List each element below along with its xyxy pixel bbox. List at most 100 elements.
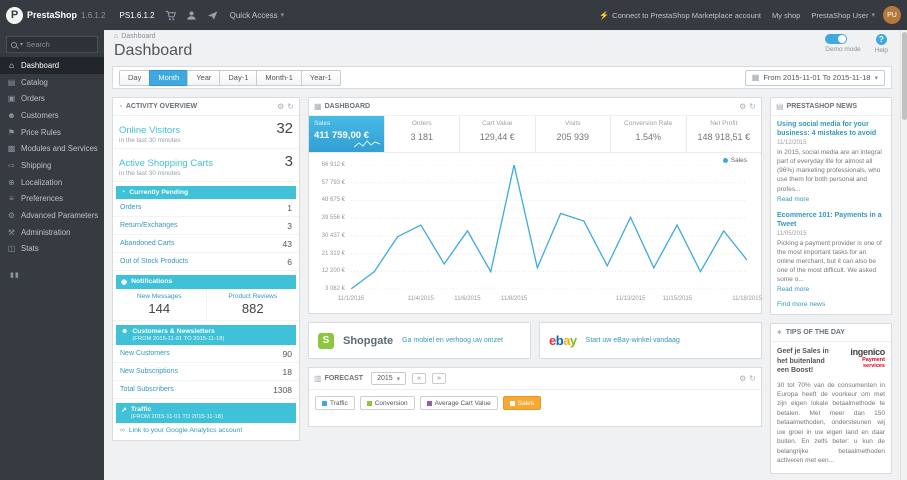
read-more-link[interactable]: Read more: [777, 286, 885, 293]
marketplace-link[interactable]: ⚡ Connect to PrestaShop Marketplace acco…: [599, 11, 761, 20]
customers-newsletters-range: (FROM 2015-11-01 TO 2015-11-18): [132, 336, 225, 342]
sidebar-item-stats[interactable]: ◫ Stats: [0, 241, 104, 258]
kpi-visits[interactable]: Visits 205 939: [536, 116, 611, 152]
page-scrollbar[interactable]: [900, 30, 907, 480]
read-more-link[interactable]: Read more: [777, 196, 885, 203]
refresh-icon[interactable]: ↻: [749, 102, 756, 111]
kpi-cart-value[interactable]: Cart Value 129,44 €: [460, 116, 536, 152]
ingenico-subtitle: Payment services: [862, 357, 885, 370]
abandoned-carts-link[interactable]: Abandoned Carts: [120, 240, 174, 247]
new-messages-link[interactable]: New Messages: [115, 293, 204, 300]
swatch-icon: [322, 400, 327, 406]
sidebar-item-modules[interactable]: ▩ Modules and Services: [0, 140, 104, 157]
sidebar-item-localization[interactable]: ⊕ Localization: [0, 174, 104, 191]
prestashop-logo[interactable]: P PrestaShop 1.6.1.2: [6, 6, 105, 24]
demo-mode-toggle[interactable]: Demo mode: [825, 34, 861, 53]
filter-year-1-button[interactable]: Year-1: [300, 69, 341, 86]
online-visitors-sub: in the last 30 minutes: [113, 137, 299, 149]
filter-day-button[interactable]: Day: [119, 69, 151, 86]
toggle-switch[interactable]: [825, 34, 848, 44]
sidebar-item-catalog[interactable]: ▤ Catalog: [0, 74, 104, 91]
filter-day-1-button[interactable]: Day-1: [219, 69, 258, 86]
my-shop-link[interactable]: My shop: [772, 11, 800, 20]
date-range-picker[interactable]: ▦ From 2015-11-01 To 2015-11-18 ▾: [744, 69, 885, 86]
sidebar-collapse-button[interactable]: ▮▮: [10, 271, 104, 279]
chevron-down-icon: ▾: [871, 12, 875, 19]
marketplace-label: Connect to PrestaShop Marketplace accoun…: [612, 10, 761, 20]
topbar-right: ⚡ Connect to PrestaShop Marketplace acco…: [588, 6, 901, 24]
prev-year-button[interactable]: «: [412, 373, 427, 384]
ebay-logo: ebay: [549, 333, 577, 348]
returns-link[interactable]: Return/Exchanges: [120, 222, 178, 229]
header-controls: Demo mode ? Help: [825, 34, 888, 54]
online-visitors-label[interactable]: Online Visitors: [119, 125, 180, 136]
chevron-down-icon[interactable]: ▾: [20, 41, 23, 48]
page-title: Dashboard: [114, 42, 193, 59]
kpi-orders[interactable]: Orders 3 181: [385, 116, 460, 152]
customers-newsletters-header: ☻ Customers & Newsletters (FROM 2015-11-…: [116, 325, 296, 345]
forecast-chip-sales[interactable]: Sales: [502, 396, 541, 410]
kpi-net-profit[interactable]: Net Profit 148 918,51 €: [687, 116, 762, 152]
google-analytics-link[interactable]: ∞ Link to your Google Analytics account: [113, 423, 299, 440]
avatar[interactable]: PU: [883, 6, 901, 24]
sidebar-item-label: Customers: [21, 110, 59, 120]
filter-month-button[interactable]: Month: [149, 69, 189, 86]
refresh-icon[interactable]: ↻: [749, 374, 756, 383]
sidebar-search[interactable]: ▾: [6, 36, 98, 53]
bell-icon: ◉: [121, 279, 128, 286]
search-input[interactable]: [26, 40, 93, 49]
sidebar-item-administration[interactable]: ⚒ Administration: [0, 224, 104, 241]
news-article-title[interactable]: Using social media for your business: 4 …: [777, 120, 885, 138]
sidebar-item-preferences[interactable]: ≡ Preferences: [0, 191, 104, 208]
tips-heading: Geef je Sales in het buitenland een Boos…: [777, 348, 829, 375]
y-tick-label: 12 200 €: [321, 268, 345, 275]
kpi-conversion-rate[interactable]: Conversion Rate 1.54%: [611, 116, 687, 152]
shop-name-link[interactable]: PS1.6.1.2: [119, 11, 154, 20]
sidebar-item-dashboard[interactable]: ⌂ Dashboard: [0, 57, 104, 74]
next-year-button[interactable]: »: [432, 373, 446, 384]
shopgate-link[interactable]: Ga mobiel en verhoog uw omzet: [402, 337, 503, 344]
kpi-sales[interactable]: Sales 411 759,00 €: [309, 116, 385, 152]
forecast-chip-traffic[interactable]: Traffic: [315, 396, 355, 410]
gear-icon[interactable]: ⚙: [739, 374, 746, 383]
forecast-chip-conversion[interactable]: Conversion: [359, 396, 415, 410]
ingenico-logo: ingenico Payment services: [839, 347, 885, 375]
total-subscribers-link[interactable]: Total Subscribers: [120, 386, 174, 393]
news-article-title[interactable]: Ecommerce 101: Payments in a Tweet: [777, 211, 885, 229]
sidebar-item-advanced-parameters[interactable]: ⚙ Advanced Parameters: [0, 207, 104, 224]
forecast-chip-average-cart-value[interactable]: Average Cart Value: [419, 396, 498, 410]
new-subscriptions-link[interactable]: New Subscriptions: [120, 368, 178, 375]
sidebar-item-price-rules[interactable]: ⚑ Price Rules: [0, 124, 104, 141]
filter-year-button[interactable]: Year: [187, 69, 221, 86]
gear-icon[interactable]: ⚙: [739, 102, 746, 111]
sales-chart: Sales 66 912 € 57 793 € 48 675 € 39 556 € 30…: [309, 153, 762, 313]
messages-send-icon[interactable]: [207, 10, 218, 21]
customers-notification-icon[interactable]: [186, 10, 197, 21]
home-icon: ⌂: [114, 33, 119, 40]
shopgate-ad: S Shopgate Ga mobiel en verhoog uw omzet: [308, 322, 531, 359]
filter-month-1-button[interactable]: Month-1: [256, 69, 302, 86]
find-more-news-link[interactable]: Find more news: [777, 301, 885, 308]
topbar: P PrestaShop 1.6.1.2 PS1.6.1.2 Quick Acc…: [0, 0, 907, 30]
scrollbar-thumb[interactable]: [902, 32, 907, 120]
ebay-link[interactable]: Start uw eBay-winkel vandaag: [586, 337, 680, 344]
sidebar-item-customers[interactable]: ☻ Customers: [0, 107, 104, 124]
out-of-stock-link[interactable]: Out of Stock Products: [120, 258, 188, 265]
product-reviews-link[interactable]: Product Reviews: [209, 293, 298, 300]
user-menu[interactable]: PrestaShop User ▾: [811, 11, 875, 20]
sidebar-item-orders[interactable]: ▣ Orders: [0, 90, 104, 107]
gear-icon[interactable]: ⚙: [277, 102, 284, 111]
out-of-stock-row: Out of Stock Products 6: [113, 253, 299, 271]
orders-count: 1: [287, 202, 292, 213]
refresh-icon[interactable]: ↻: [287, 102, 294, 111]
active-carts-label[interactable]: Active Shopping Carts: [119, 158, 213, 169]
pending-orders-row: Orders 1: [113, 199, 299, 217]
orders-link[interactable]: Orders: [120, 204, 141, 211]
help-button[interactable]: ? Help: [875, 34, 888, 54]
quick-access-menu[interactable]: Quick Access ▾: [230, 11, 285, 20]
sidebar-item-shipping[interactable]: ⇨ Shipping: [0, 157, 104, 174]
new-customers-link[interactable]: New Customers: [120, 350, 170, 357]
breadcrumb[interactable]: ⌂ Dashboard: [114, 33, 890, 40]
year-select[interactable]: 2015 ▾: [371, 372, 407, 385]
cart-icon[interactable]: [165, 10, 176, 21]
